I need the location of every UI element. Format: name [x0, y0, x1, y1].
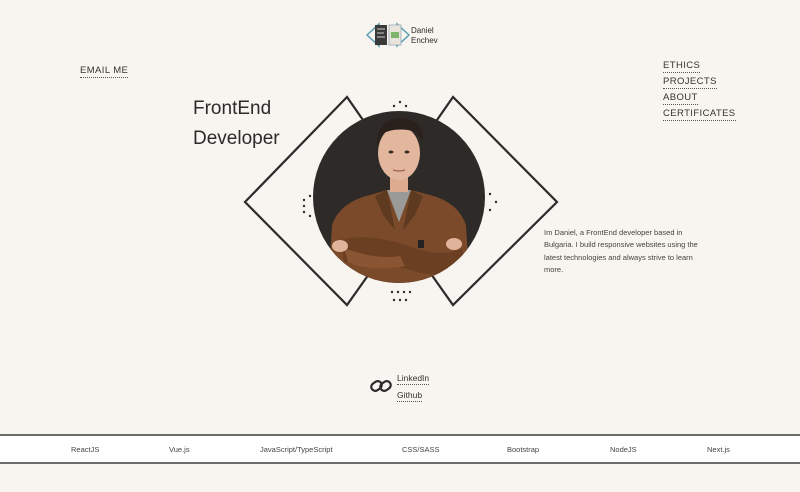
title-line2: Developer — [193, 128, 280, 149]
nav-projects[interactable]: PROJECTS — [663, 76, 717, 89]
nav-certificates[interactable]: CERTIFICATES — [663, 108, 736, 121]
tech-item: JavaScript/TypeScript — [260, 445, 333, 454]
tech-stack-bar: ReactJS Vue.js JavaScript/TypeScript CSS… — [0, 434, 800, 464]
hero-illustration — [243, 95, 559, 307]
tech-item: NodeJS — [610, 445, 637, 454]
main-nav: ETHICS PROJECTS ABOUT CERTIFICATES — [663, 60, 736, 124]
logo-line1: Daniel — [411, 26, 434, 35]
tech-item: ReactJS — [71, 445, 100, 454]
bio-text: Im Daniel, a FrontEnd developer based in… — [544, 228, 698, 274]
title-line1: FrontEnd — [193, 98, 272, 119]
site-logo[interactable]: Daniel Enchev — [365, 22, 445, 50]
tech-item: Vue.js — [169, 445, 190, 454]
email-me-link[interactable]: EMAIL ME — [80, 65, 129, 78]
tech-item: CSS/SASS — [402, 445, 440, 454]
nav-about[interactable]: ABOUT — [663, 92, 698, 105]
tech-item: Bootstrap — [507, 445, 540, 454]
page-title: FrontEnd Developer — [193, 94, 280, 154]
logo-line2: Enchev — [411, 36, 438, 45]
nav-ethics[interactable]: ETHICS — [663, 60, 701, 73]
chain-link-icon — [370, 380, 392, 392]
tech-item: Next.js — [707, 445, 730, 454]
logo-text: Daniel Enchev — [411, 26, 438, 46]
code-brackets-logo-icon — [365, 22, 411, 48]
linkedin-link[interactable]: LinkedIn — [397, 373, 430, 385]
github-link[interactable]: Github — [397, 390, 423, 402]
